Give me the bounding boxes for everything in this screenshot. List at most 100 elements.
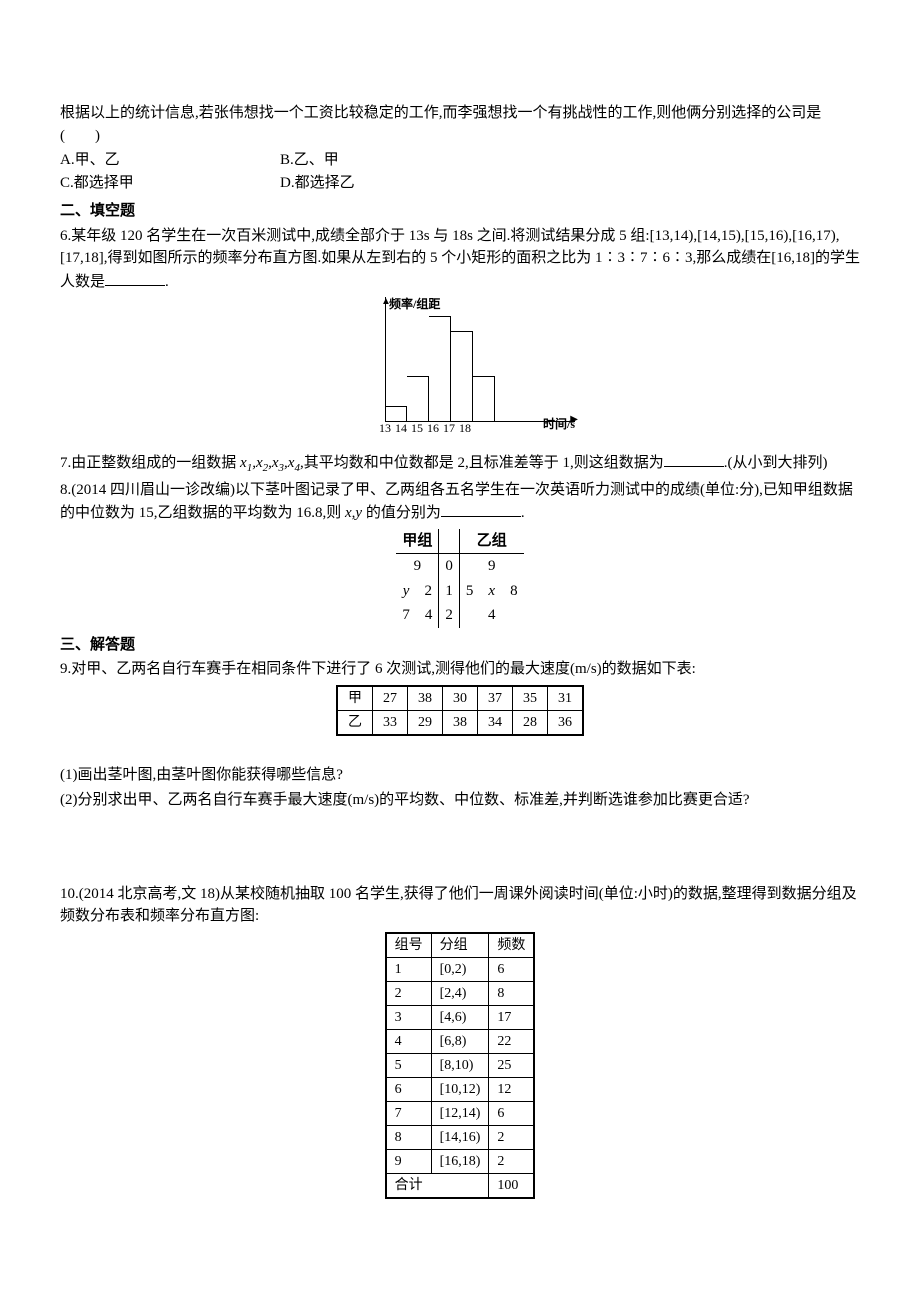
opt-d: D.都选择乙 [280, 172, 355, 195]
q10-r3-c2: [4,6) [431, 1005, 489, 1029]
q10-r3-c1: 3 [386, 1005, 432, 1029]
q9-yi-1: 33 [373, 710, 408, 735]
q9-jia-5: 35 [513, 686, 548, 711]
q10-r2-c2: [2,4) [431, 981, 489, 1005]
q10-r8-c1: 8 [386, 1125, 432, 1149]
q10-r3-c3: 17 [489, 1005, 535, 1029]
q7-vars: x1,x2,x3,x4 [240, 455, 300, 471]
q10-r5-c3: 25 [489, 1053, 535, 1077]
opt-a: A.甲、乙 [60, 149, 240, 172]
q9-yi-5: 28 [513, 710, 548, 735]
q9-stem: 9.对甲、乙两名自行车赛手在相同条件下进行了 6 次测试,测得他们的最大速度(m… [60, 658, 860, 681]
sl-r1-stem: 0 [439, 554, 460, 579]
q9-yi-3: 38 [443, 710, 478, 735]
sl-r1-left: 9 [396, 554, 439, 579]
q6-suffix: . [165, 274, 169, 290]
q6-text: 6.某年级 120 名学生在一次百米测试中,成绩全部介于 13s 与 18s 之… [60, 228, 860, 290]
q10-r5-c1: 5 [386, 1053, 432, 1077]
hist-ylabel: 频率/组距 [389, 295, 440, 313]
q8: 8.(2014 四川眉山一诊改编)以下茎叶图记录了甲、乙两组各五名学生在一次英语… [60, 479, 860, 525]
q7-blank [664, 451, 724, 467]
q7: 7.由正整数组成的一组数据 x1,x2,x3,x4,其平均数和中位数都是 2,且… [60, 451, 860, 477]
sl-r3-stem: 2 [439, 603, 460, 628]
q10-r2-c3: 8 [489, 981, 535, 1005]
sl-head-right: 乙组 [459, 529, 523, 554]
hist-bar-5 [473, 376, 495, 421]
q10-table-wrap: 组号 分组 频数 1[0,2)6 2[2,4)8 3[4,6)17 4[6,8)… [60, 932, 860, 1199]
q7-mid: ,其平均数和中位数都是 2,且标准差等于 1,则这组数据为 [300, 455, 664, 471]
q10-h2: 分组 [431, 933, 489, 958]
q7-prefix: 7.由正整数组成的一组数据 [60, 455, 240, 471]
q9-yi-label: 乙 [337, 710, 373, 735]
q10-r6-c1: 6 [386, 1077, 432, 1101]
q8-blank [441, 501, 521, 517]
q10-h1: 组号 [386, 933, 432, 958]
q10-r7-c1: 7 [386, 1101, 432, 1125]
hist-xlabel: 时间/s [543, 415, 575, 433]
q10-header: 组号 分组 频数 [386, 933, 535, 958]
sl-r2-stem: 1 [439, 579, 460, 604]
hist-bar-4 [451, 331, 473, 421]
q10-r1-c1: 1 [386, 957, 432, 981]
section-fill: 二、填空题 [60, 200, 860, 223]
q9-jia-1: 27 [373, 686, 408, 711]
q9-table: 甲 27 38 30 37 35 31 乙 33 29 38 34 28 36 [336, 685, 584, 736]
q8-suffix: . [521, 505, 525, 521]
q10-stem: 10.(2014 北京高考,文 18)从某校随机抽取 100 名学生,获得了他们… [60, 883, 860, 928]
q9-row-yi: 乙 33 29 38 34 28 36 [337, 710, 583, 735]
q9-row-jia: 甲 27 38 30 37 35 31 [337, 686, 583, 711]
q6-blank [105, 270, 165, 286]
q6: 6.某年级 120 名学生在一次百米测试中,成绩全部介于 13s 与 18s 之… [60, 225, 860, 294]
q9-sub1: (1)画出茎叶图,由茎叶图你能获得哪些信息? [60, 764, 860, 787]
q9-jia-6: 31 [548, 686, 584, 711]
sl-r1-right: 9 [459, 554, 523, 579]
q5-stem: 根据以上的统计信息,若张伟想找一个工资比较稳定的工作,而李强想找一个有挑战性的工… [60, 102, 860, 147]
xtick-18: 18 [459, 419, 481, 437]
q10-r7-c2: [12,14) [431, 1101, 489, 1125]
q10-h3: 频数 [489, 933, 535, 958]
q9-jia-2: 38 [408, 686, 443, 711]
q10-total-value: 100 [489, 1173, 535, 1198]
hist-bar-3 [429, 316, 451, 421]
q10-r4-c2: [6,8) [431, 1029, 489, 1053]
q9-jia-3: 30 [443, 686, 478, 711]
q5-options-row1: A.甲、乙 B.乙、甲 [60, 149, 860, 172]
q10-r4-c3: 22 [489, 1029, 535, 1053]
opt-c: C.都选择甲 [60, 172, 240, 195]
q10-r4-c1: 4 [386, 1029, 432, 1053]
q10-r6-c3: 12 [489, 1077, 535, 1101]
opt-b: B.乙、甲 [280, 149, 339, 172]
sl-r2-left: y 2 [396, 579, 439, 604]
sl-head-left: 甲组 [396, 529, 439, 554]
q6-histogram: ▲ ▶ 频率/组距 时间/s 13 14 15 16 17 18 [60, 297, 860, 447]
q9-yi-4: 34 [478, 710, 513, 735]
q10-r9-c3: 2 [489, 1149, 535, 1173]
q5-options-row2: C.都选择甲 D.都选择乙 [60, 172, 860, 195]
q8-stemleaf: 甲组 乙组 9 0 9 y 2 1 5 x 8 7 4 2 4 [60, 529, 860, 628]
q9-table-wrap: 甲 27 38 30 37 35 31 乙 33 29 38 34 28 36 [60, 685, 860, 736]
q9-yi-2: 29 [408, 710, 443, 735]
q10-r1-c3: 6 [489, 957, 535, 981]
q10-r5-c2: [8,10) [431, 1053, 489, 1077]
q10-r7-c3: 6 [489, 1101, 535, 1125]
q10-r6-c2: [10,12) [431, 1077, 489, 1101]
sl-head-stem [439, 529, 460, 554]
q8-vars: x,y [345, 505, 362, 521]
q10-r1-c2: [0,2) [431, 957, 489, 981]
q10-r9-c1: 9 [386, 1149, 432, 1173]
q7-suffix: .(从小到大排列) [724, 455, 828, 471]
q10-r8-c3: 2 [489, 1125, 535, 1149]
q10-table: 组号 分组 频数 1[0,2)6 2[2,4)8 3[4,6)17 4[6,8)… [385, 932, 536, 1199]
q9-yi-6: 36 [548, 710, 584, 735]
q9-jia-label: 甲 [337, 686, 373, 711]
q9-jia-4: 37 [478, 686, 513, 711]
sl-r3-right: 4 [459, 603, 523, 628]
q8-mid: 的值分别为 [362, 505, 441, 521]
q10-r8-c2: [14,16) [431, 1125, 489, 1149]
q10-r2-c1: 2 [386, 981, 432, 1005]
sl-r2-right: 5 x 8 [459, 579, 523, 604]
section-solve: 三、解答题 [60, 634, 860, 657]
hist-bar-2 [407, 376, 429, 421]
q10-total-label: 合计 [386, 1173, 489, 1198]
q9-sub2: (2)分别求出甲、乙两名自行车赛手最大速度(m/s)的平均数、中位数、标准差,并… [60, 789, 860, 812]
